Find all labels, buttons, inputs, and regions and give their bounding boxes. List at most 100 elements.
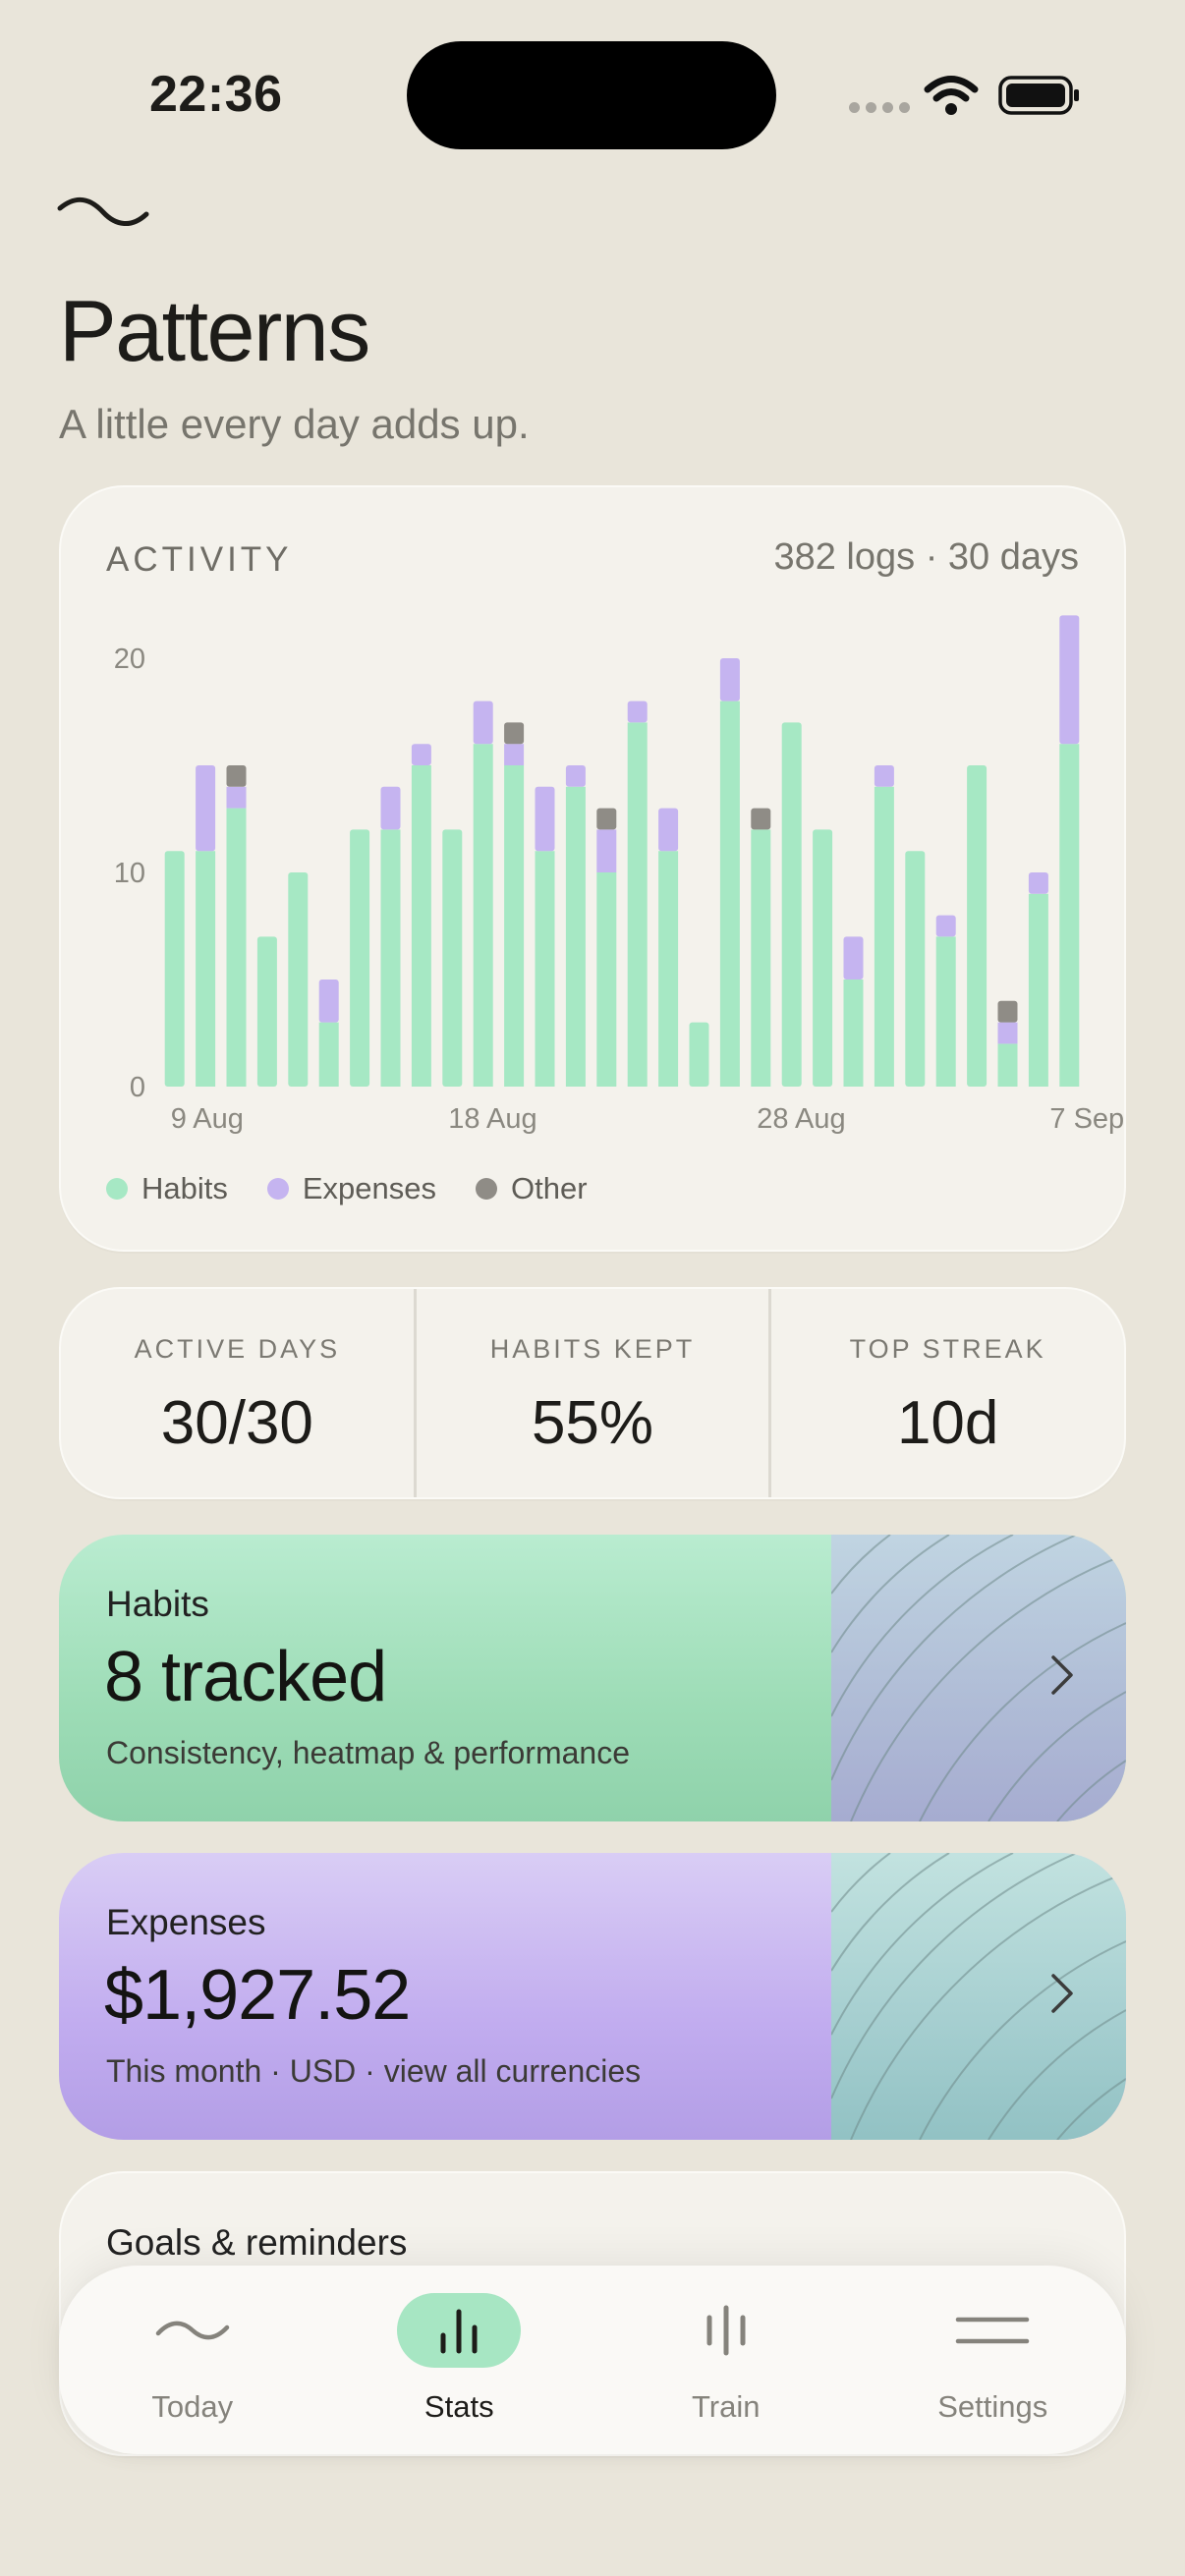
bar-other-27	[997, 1000, 1018, 1023]
bar-habits-10	[473, 744, 493, 1087]
status-time: 22:36	[149, 66, 283, 123]
legend-item-other: Other	[476, 1171, 588, 1206]
train-bars-icon	[706, 2305, 746, 2356]
page-subtitle: A little every day adds up.	[59, 401, 530, 447]
x-tick-label: 9 Aug	[171, 1103, 244, 1135]
bar-expenses-11	[504, 744, 525, 765]
goals-card-title: Goals & reminders	[106, 2222, 408, 2263]
bar-habits-21	[813, 829, 833, 1087]
bar-expenses-16	[658, 808, 679, 852]
bar-expenses-14	[596, 829, 617, 872]
legend-label-expenses: Expenses	[302, 1171, 437, 1205]
bar-habits-15	[627, 722, 648, 1087]
bar-chart-icon	[440, 2309, 478, 2354]
tab-train[interactable]: Train	[592, 2266, 860, 2454]
legend-item-expenses: Expenses	[266, 1171, 437, 1206]
tab-bar: Today Stats Train Settings	[59, 2266, 1126, 2454]
bar-expenses-1	[196, 765, 216, 852]
habits-card-kicker: Habits	[106, 1584, 209, 1624]
y-tick-label: 0	[130, 1072, 145, 1103]
app-logo-wave-icon	[57, 196, 149, 226]
chevron-right-icon	[1051, 1974, 1073, 2013]
expenses-card-kicker: Expenses	[106, 1902, 266, 1942]
tab-today[interactable]: Today	[59, 2266, 326, 2454]
bar-habits-27	[997, 1043, 1018, 1087]
tab-settings[interactable]: Settings	[860, 2266, 1127, 2454]
tab-stats[interactable]: Stats	[326, 2266, 593, 2454]
legend-label-other: Other	[511, 1171, 588, 1205]
x-tick-label: 18 Aug	[448, 1103, 536, 1135]
legend-dot-other	[476, 1178, 498, 1200]
bar-habits-11	[504, 765, 525, 1087]
bar-habits-5	[318, 1022, 339, 1087]
bar-habits-6	[350, 829, 370, 1087]
bar-habits-25	[935, 936, 956, 1087]
y-tick-label: 20	[114, 644, 145, 675]
habits-card-description: Consistency, heatmap & performance	[106, 1735, 630, 1770]
chevron-right-icon	[1051, 1655, 1073, 1695]
bar-expenses-22	[843, 936, 864, 980]
activity-card: ACTIVITY 382 logs · 30 days 0 10 20 9 Aug 18…	[59, 485, 1126, 1252]
tab-label: Settings	[937, 2389, 1048, 2424]
bar-expenses-25	[935, 915, 956, 937]
bar-other-19	[751, 808, 771, 830]
habits-card-value: 8 tracked	[104, 1638, 387, 1716]
tab-icon-container	[664, 2293, 788, 2368]
stat-label: ACTIVE DAYS	[134, 1334, 341, 1364]
bar-habits-19	[751, 829, 771, 1087]
tab-label: Stats	[423, 2389, 494, 2424]
legend-dot-expenses	[266, 1178, 289, 1200]
bar-expenses-7	[380, 786, 401, 830]
bar-habits-28	[1028, 893, 1048, 1087]
bar-expenses-23	[874, 765, 894, 787]
bar-habits-1	[196, 851, 216, 1087]
bar-habits-2	[226, 808, 247, 1087]
expenses-card-description: This month · USD · view all currencies	[106, 2053, 642, 2089]
stat-label: TOP STREAK	[849, 1334, 1046, 1364]
stat-active-days: ACTIVE DAYS 30/30	[61, 1289, 414, 1497]
bar-habits-23	[874, 786, 894, 1087]
legend-dot-habits	[106, 1178, 128, 1200]
bar-habits-24	[905, 851, 926, 1087]
bar-expenses-5	[318, 980, 339, 1023]
bar-habits-7	[380, 829, 401, 1087]
tab-icon-container	[931, 2293, 1054, 2368]
bar-habits-12	[535, 851, 555, 1087]
bar-other-14	[596, 808, 617, 830]
bar-habits-14	[596, 872, 617, 1087]
habits-card[interactable]: Habits 8 tracked Consistency, heatmap & …	[59, 1535, 1126, 1821]
bar-expenses-18	[719, 658, 740, 701]
tab-icon-container	[397, 2293, 522, 2368]
bar-expenses-15	[627, 700, 648, 723]
bar-habits-13	[565, 786, 586, 1087]
cellular-signal-icon	[849, 102, 910, 113]
tab-label: Today	[151, 2389, 234, 2424]
y-tick-label: 10	[114, 858, 145, 889]
bar-expenses-27	[997, 1022, 1018, 1044]
expenses-card[interactable]: Expenses $1,927.52 This month · USD · vi…	[59, 1853, 1126, 2140]
legend-label-habits: Habits	[141, 1171, 228, 1205]
tab-icon-container	[131, 2293, 254, 2368]
bar-expenses-28	[1028, 872, 1048, 894]
bar-habits-9	[442, 829, 463, 1087]
bar-habits-29	[1059, 744, 1080, 1087]
bar-habits-8	[411, 765, 431, 1087]
stat-habits-kept: HABITS KEPT 55%	[413, 1289, 769, 1497]
bar-habits-4	[288, 872, 309, 1087]
bar-expenses-10	[473, 700, 493, 745]
legend-item-habits: Habits	[106, 1171, 228, 1206]
bar-expenses-2	[226, 786, 247, 809]
activity-chart: 0 10 20 9 Aug 18 Aug 28 Aug 7 Sep	[114, 615, 1124, 1135]
wave-icon	[155, 2321, 229, 2340]
decorative-arcs-pattern	[831, 1535, 1126, 1821]
decorative-arcs-pattern	[831, 1853, 1126, 2140]
bar-habits-17	[689, 1022, 709, 1087]
x-tick-label: 7 Sep	[1049, 1103, 1124, 1135]
stat-value: 30/30	[160, 1389, 313, 1457]
x-tick-label: 28 Aug	[757, 1103, 845, 1135]
summary-stats: ACTIVE DAYS 30/30 HABITS KEPT 55% TOP ST…	[59, 1287, 1126, 1499]
bar-habits-16	[658, 851, 679, 1087]
bar-habits-22	[843, 980, 864, 1087]
bar-expenses-8	[411, 744, 431, 765]
bar-habits-0	[164, 851, 185, 1087]
